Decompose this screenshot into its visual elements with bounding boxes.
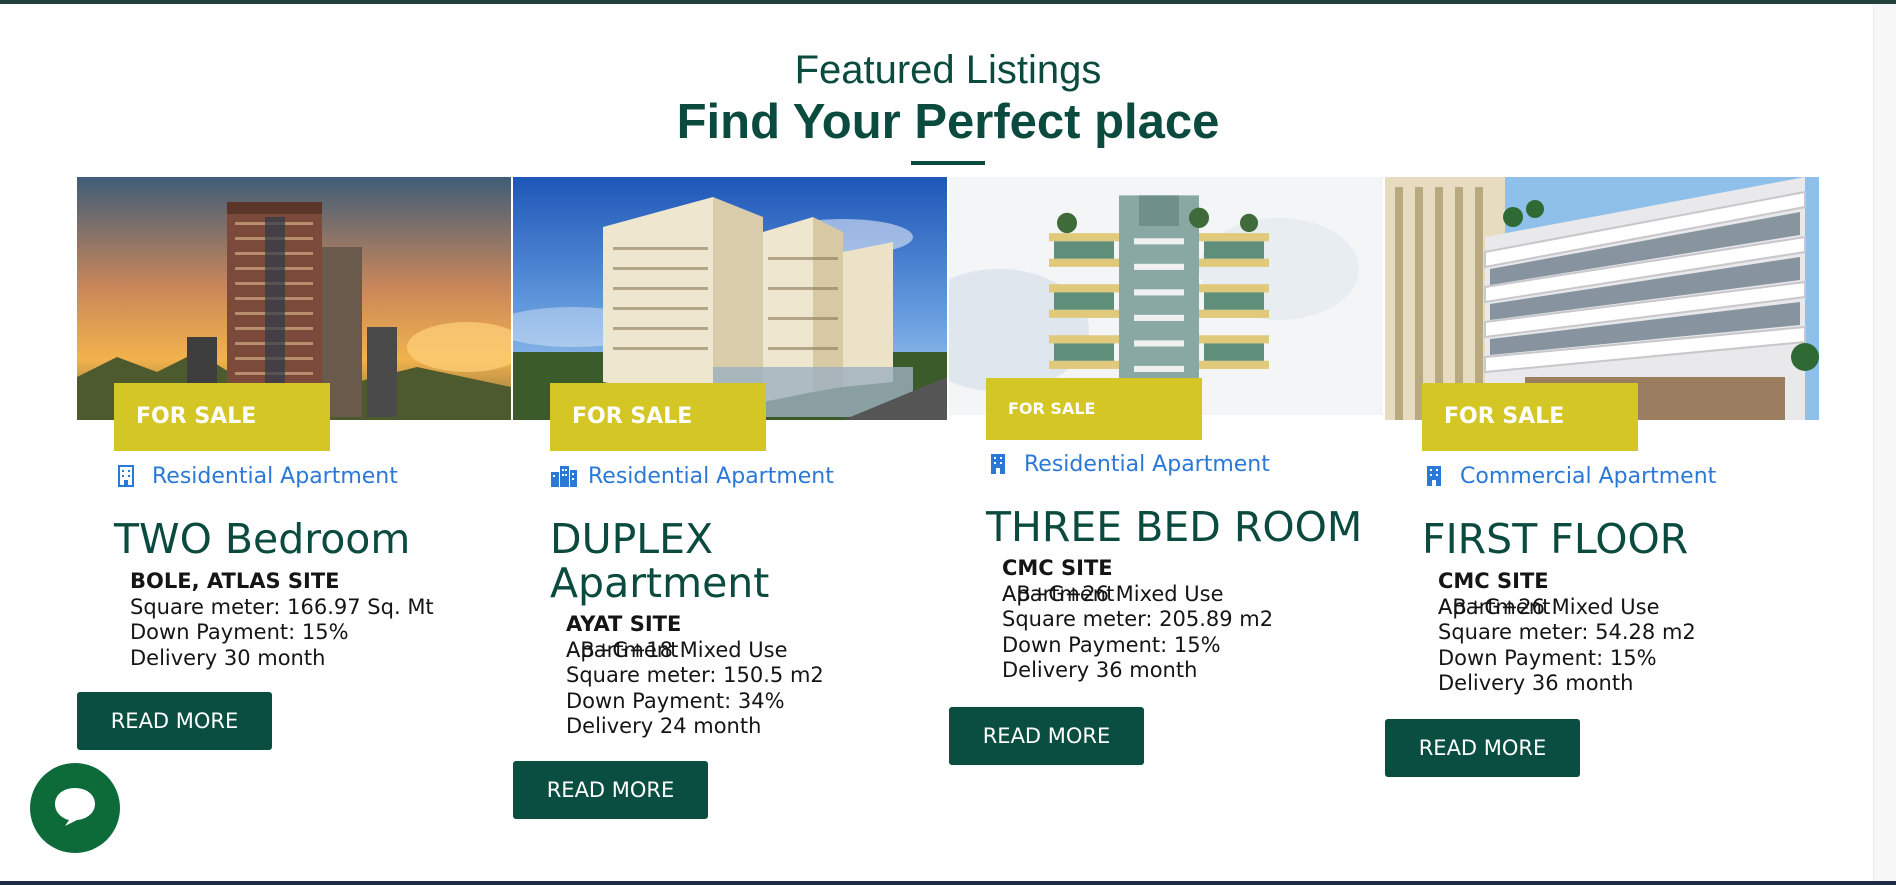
section-eyebrow: Featured Listings [794, 48, 1102, 92]
listing-title: THREE BED ROOM [986, 503, 1363, 551]
down-payment: Down Payment: 15% [1002, 632, 1221, 657]
listing-details: AYAT SITE AB+G+18 Mixed Use Apartment Sq… [566, 612, 824, 740]
section-title: Find Your Perfect place [676, 95, 1220, 149]
listing-card: FOR SALE Residential Apartment DUPLEX Ap… [513, 177, 947, 837]
category-label: Residential Apartment [588, 463, 834, 489]
delivery: Delivery 30 month [130, 645, 326, 670]
square-meter: Square meter: 205.89 m2 [1002, 607, 1274, 631]
for-sale-badge: FOR SALE [1422, 383, 1638, 451]
building-type-line: Apartment [1002, 581, 1115, 606]
top-border [0, 0, 1896, 4]
building-type: AB+G+18 Mixed Use Apartment [566, 638, 824, 664]
building-type-line: Apartment [1438, 594, 1551, 619]
category-link[interactable]: Residential Apartment [550, 461, 834, 491]
city-icon [550, 464, 578, 488]
read-more-button[interactable]: READ MORE [513, 761, 708, 819]
down-payment: Down Payment: 15% [1438, 645, 1657, 670]
for-sale-badge: FOR SALE [114, 383, 330, 451]
category-link[interactable]: Residential Apartment [114, 461, 398, 491]
down-payment: Down Payment: 34% [566, 688, 785, 713]
read-more-button[interactable]: READ MORE [77, 692, 272, 750]
category-label: Residential Apartment [152, 463, 398, 489]
down-payment: Down Payment: 15% [130, 620, 349, 644]
building-icon [114, 464, 138, 488]
delivery: Delivery 24 month [566, 714, 762, 738]
building-type: AB+G+26 Mixed Use Apartment [1438, 595, 1696, 621]
for-sale-badge: FOR SALE [550, 383, 766, 451]
listing-title: DUPLEX Apartment [550, 515, 770, 607]
building-type-line: Apartment [566, 637, 679, 662]
square-meter: Square meter: 166.97 Sq. Mt [130, 594, 434, 619]
category-link[interactable]: Commercial Apartment [1422, 461, 1716, 491]
site-name: CMC SITE [1002, 556, 1113, 580]
listing-card: FOR SALE Commercial Apartment FIRST FLOO… [1385, 177, 1819, 837]
square-meter: Square meter: 150.5 m2 [566, 663, 824, 687]
listing-card: FOR SALE Residential Apartment TWO Bedro… [77, 177, 511, 837]
listing-title: TWO Bedroom [114, 515, 411, 563]
read-more-button[interactable]: READ MORE [949, 707, 1144, 765]
building-icon [1422, 464, 1446, 488]
section-heading: Featured Listings Find Your Perfect plac… [0, 45, 1896, 165]
bottom-border [0, 881, 1896, 885]
site-name: CMC SITE [1438, 569, 1549, 593]
category-link[interactable]: Residential Apartment [986, 449, 1270, 479]
chat-launcher-button[interactable] [30, 763, 120, 853]
delivery: Delivery 36 month [1002, 658, 1198, 682]
read-more-button[interactable]: READ MORE [1385, 719, 1580, 777]
for-sale-badge: FOR SALE [986, 378, 1202, 440]
site-name: AYAT SITE [566, 612, 682, 636]
listing-card: FOR SALE Residential Apartment THREE BED… [949, 177, 1383, 837]
building-icon [986, 452, 1010, 476]
square-meter: Square meter: 54.28 m2 [1438, 620, 1696, 644]
listing-title: FIRST FLOOR [1422, 515, 1689, 563]
title-underline [911, 161, 985, 165]
category-label: Commercial Apartment [1460, 463, 1717, 489]
listing-details: CMC SITE AB+G+26 Mixed Use Apartment Squ… [1002, 556, 1273, 684]
building-type: AB+G+26 Mixed Use Apartment [1002, 582, 1273, 608]
listing-details: BOLE, ATLAS SITE Square meter: 166.97 Sq… [130, 569, 434, 671]
delivery: Delivery 36 month [1438, 671, 1634, 695]
listing-details: CMC SITE AB+G+26 Mixed Use Apartment Squ… [1438, 569, 1696, 697]
category-label: Residential Apartment [1024, 451, 1270, 477]
chat-bubble-icon [51, 782, 99, 835]
site-name: BOLE, ATLAS SITE [130, 569, 340, 593]
